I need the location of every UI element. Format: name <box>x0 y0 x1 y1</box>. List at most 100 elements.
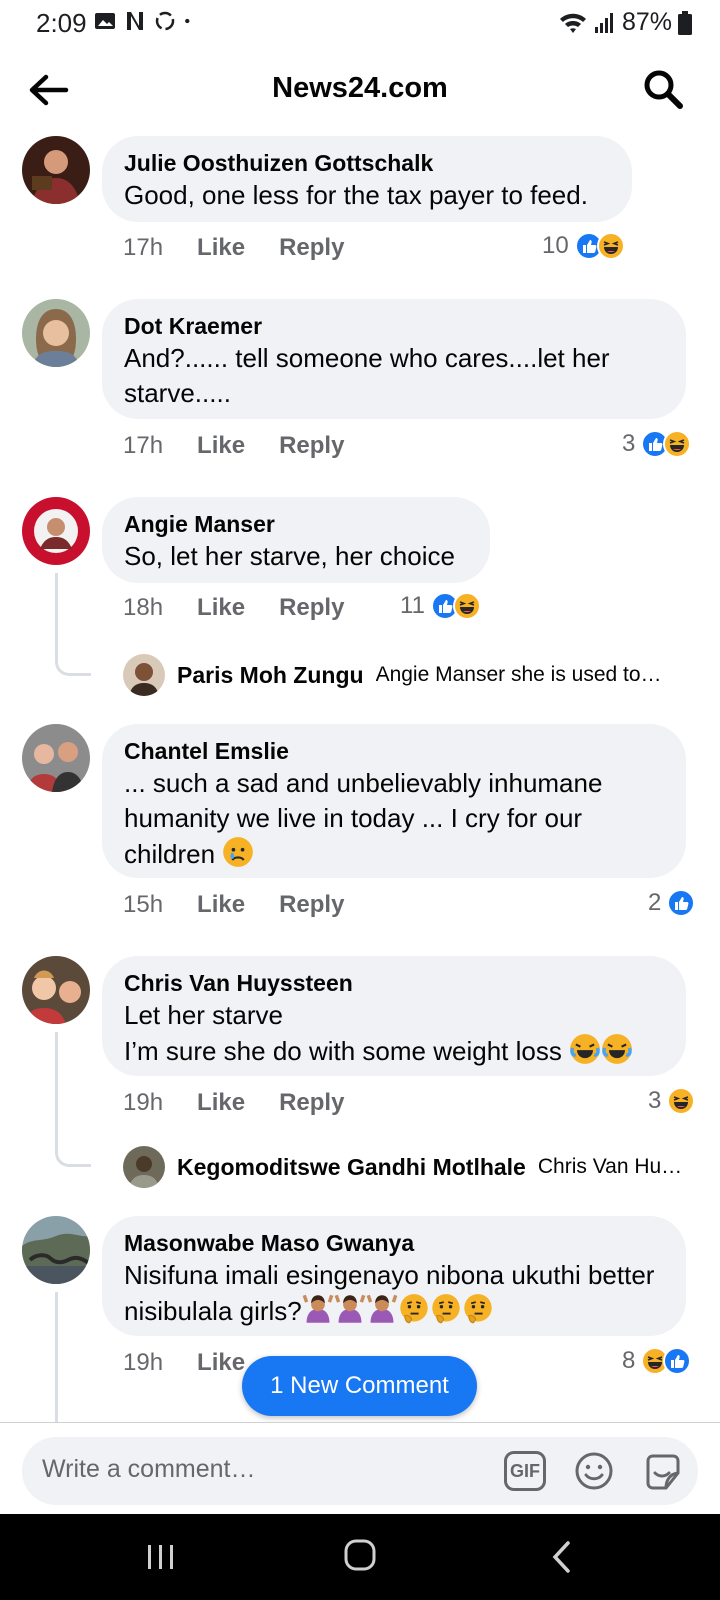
thinking-emoji-icon <box>462 1293 494 1325</box>
comment-author[interactable]: Angie Manser <box>124 509 468 539</box>
avatar[interactable] <box>123 654 165 696</box>
avatar[interactable] <box>22 956 90 1024</box>
avatar[interactable] <box>22 136 90 204</box>
avatar[interactable] <box>123 1146 165 1188</box>
thread-connector <box>55 1292 91 1422</box>
reaction-count: 3 <box>648 1087 662 1114</box>
netflix-icon <box>127 12 143 30</box>
comment-time[interactable]: 15h <box>123 891 163 919</box>
reply-button[interactable]: Reply <box>279 432 344 460</box>
app-header: News24.com <box>0 52 720 128</box>
comment-text: ... such a sad and unbelievably inhumane… <box>124 768 603 869</box>
comment-author[interactable]: Julie Oosthuizen Gottschalk <box>124 148 610 178</box>
haha-reaction-icon <box>663 430 691 458</box>
reply-preview[interactable]: Kegomoditswe Gandhi Motlhale Chris Van H… <box>123 1146 682 1188</box>
comment-author[interactable]: Masonwabe Maso Gwanya <box>124 1228 664 1258</box>
reaction-summary[interactable]: 2 <box>648 888 695 918</box>
reply-button[interactable]: Reply <box>279 234 344 262</box>
sync-icon <box>155 11 175 31</box>
comment-time[interactable]: 18h <box>123 594 163 622</box>
thinking-emoji-icon <box>398 1293 430 1325</box>
comment-composer: GIF <box>0 1422 720 1514</box>
reaction-summary[interactable]: 3 <box>648 1086 695 1116</box>
avatar[interactable] <box>22 1216 90 1284</box>
reaction-count: 11 <box>400 592 425 619</box>
comment-bubble: Chantel Emslie ... such a sad and unbeli… <box>102 724 686 878</box>
comment-author[interactable]: Chantel Emslie <box>124 736 664 766</box>
haha-reaction-icon <box>667 1087 695 1115</box>
woman-gesturing-emoji-icon <box>334 1293 366 1325</box>
comment-time[interactable]: 17h <box>123 432 163 460</box>
reaction-count: 10 <box>542 232 569 259</box>
reaction-summary[interactable]: 11 <box>400 591 481 621</box>
avatar[interactable] <box>22 299 90 367</box>
system-nav-bar <box>0 1514 720 1600</box>
thread-connector <box>55 1032 91 1167</box>
comment-time[interactable]: 19h <box>123 1349 163 1377</box>
reply-button[interactable]: Reply <box>279 1089 344 1117</box>
crying-emoji-icon <box>222 836 254 868</box>
wifi-icon <box>559 13 586 33</box>
gallery-icon <box>95 13 115 29</box>
thread-connector <box>55 573 91 676</box>
reply-text: Chris Van Hu… <box>537 1155 683 1178</box>
laughing-emoji-icon <box>569 1033 601 1065</box>
page-title: News24.com <box>272 72 448 104</box>
woman-gesturing-emoji-icon <box>302 1293 334 1325</box>
comment-text: I’m sure she do with some weight loss <box>124 1036 562 1066</box>
reply-text: Angie Manser she is used to… <box>375 663 662 686</box>
recent-apps-icon[interactable] <box>145 1542 177 1572</box>
reply-preview[interactable]: Paris Moh Zungu Angie Manser she is used… <box>123 654 662 696</box>
reply-author[interactable]: Paris Moh Zungu <box>177 662 364 689</box>
comment-author[interactable]: Dot Kraemer <box>124 311 664 341</box>
comment-bubble: Masonwabe Maso Gwanya Nisifuna imali esi… <box>102 1216 686 1336</box>
comment-time[interactable]: 19h <box>123 1089 163 1117</box>
sticker-icon[interactable] <box>642 1451 684 1493</box>
status-time: 2:09 <box>36 8 87 38</box>
back-nav-icon[interactable] <box>550 1540 572 1574</box>
comment-author[interactable]: Chris Van Huyssteen <box>124 968 664 998</box>
like-reaction-icon <box>663 1347 691 1375</box>
avatar[interactable] <box>22 497 90 565</box>
woman-gesturing-emoji-icon <box>366 1293 398 1325</box>
comment-text: So, let her starve, her choice <box>124 541 455 571</box>
battery-level: 87% <box>621 8 672 36</box>
gif-button[interactable]: GIF <box>504 1451 546 1491</box>
reply-button[interactable]: Reply <box>279 891 344 919</box>
reply-author[interactable]: Kegomoditswe Gandhi Motlhale <box>177 1154 526 1181</box>
search-icon[interactable] <box>642 68 684 110</box>
composer-box: GIF <box>22 1437 698 1505</box>
signal-icon <box>594 12 613 33</box>
emoji-icon[interactable] <box>574 1451 614 1491</box>
comment-text: Let her starve <box>124 1000 283 1030</box>
comment-input[interactable] <box>42 1455 482 1484</box>
thinking-emoji-icon <box>430 1293 462 1325</box>
comment-time[interactable]: 17h <box>123 234 163 262</box>
reply-button[interactable]: Reply <box>279 594 344 622</box>
reaction-count: 2 <box>648 889 662 916</box>
like-button[interactable]: Like <box>197 891 245 919</box>
avatar[interactable] <box>22 724 90 792</box>
reaction-count: 8 <box>622 1347 636 1374</box>
notification-dot-icon <box>185 18 190 24</box>
reaction-summary[interactable]: 8 <box>622 1346 691 1376</box>
like-reaction-icon <box>667 889 695 917</box>
comment-bubble: Julie Oosthuizen Gottschalk Good, one le… <box>102 136 632 222</box>
comment-text: Good, one less for the tax payer to feed… <box>124 180 588 210</box>
home-icon[interactable] <box>343 1538 377 1572</box>
like-button[interactable]: Like <box>197 1349 245 1377</box>
like-button[interactable]: Like <box>197 1089 245 1117</box>
laughing-emoji-icon <box>601 1033 633 1065</box>
like-button[interactable]: Like <box>197 234 245 262</box>
battery-icon <box>678 10 692 35</box>
status-bar: 2:09 87% <box>0 0 720 46</box>
reaction-count: 3 <box>622 430 636 457</box>
comment-bubble: Chris Van Huyssteen Let her starve I’m s… <box>102 956 686 1076</box>
reaction-summary[interactable]: 10 <box>542 231 625 261</box>
like-button[interactable]: Like <box>197 594 245 622</box>
like-button[interactable]: Like <box>197 432 245 460</box>
comment-text: And?...... tell someone who cares....let… <box>124 343 610 408</box>
reaction-summary[interactable]: 3 <box>622 429 691 459</box>
new-comment-button[interactable]: 1 New Comment <box>242 1356 477 1416</box>
comment-bubble: Dot Kraemer And?...... tell someone who … <box>102 299 686 419</box>
